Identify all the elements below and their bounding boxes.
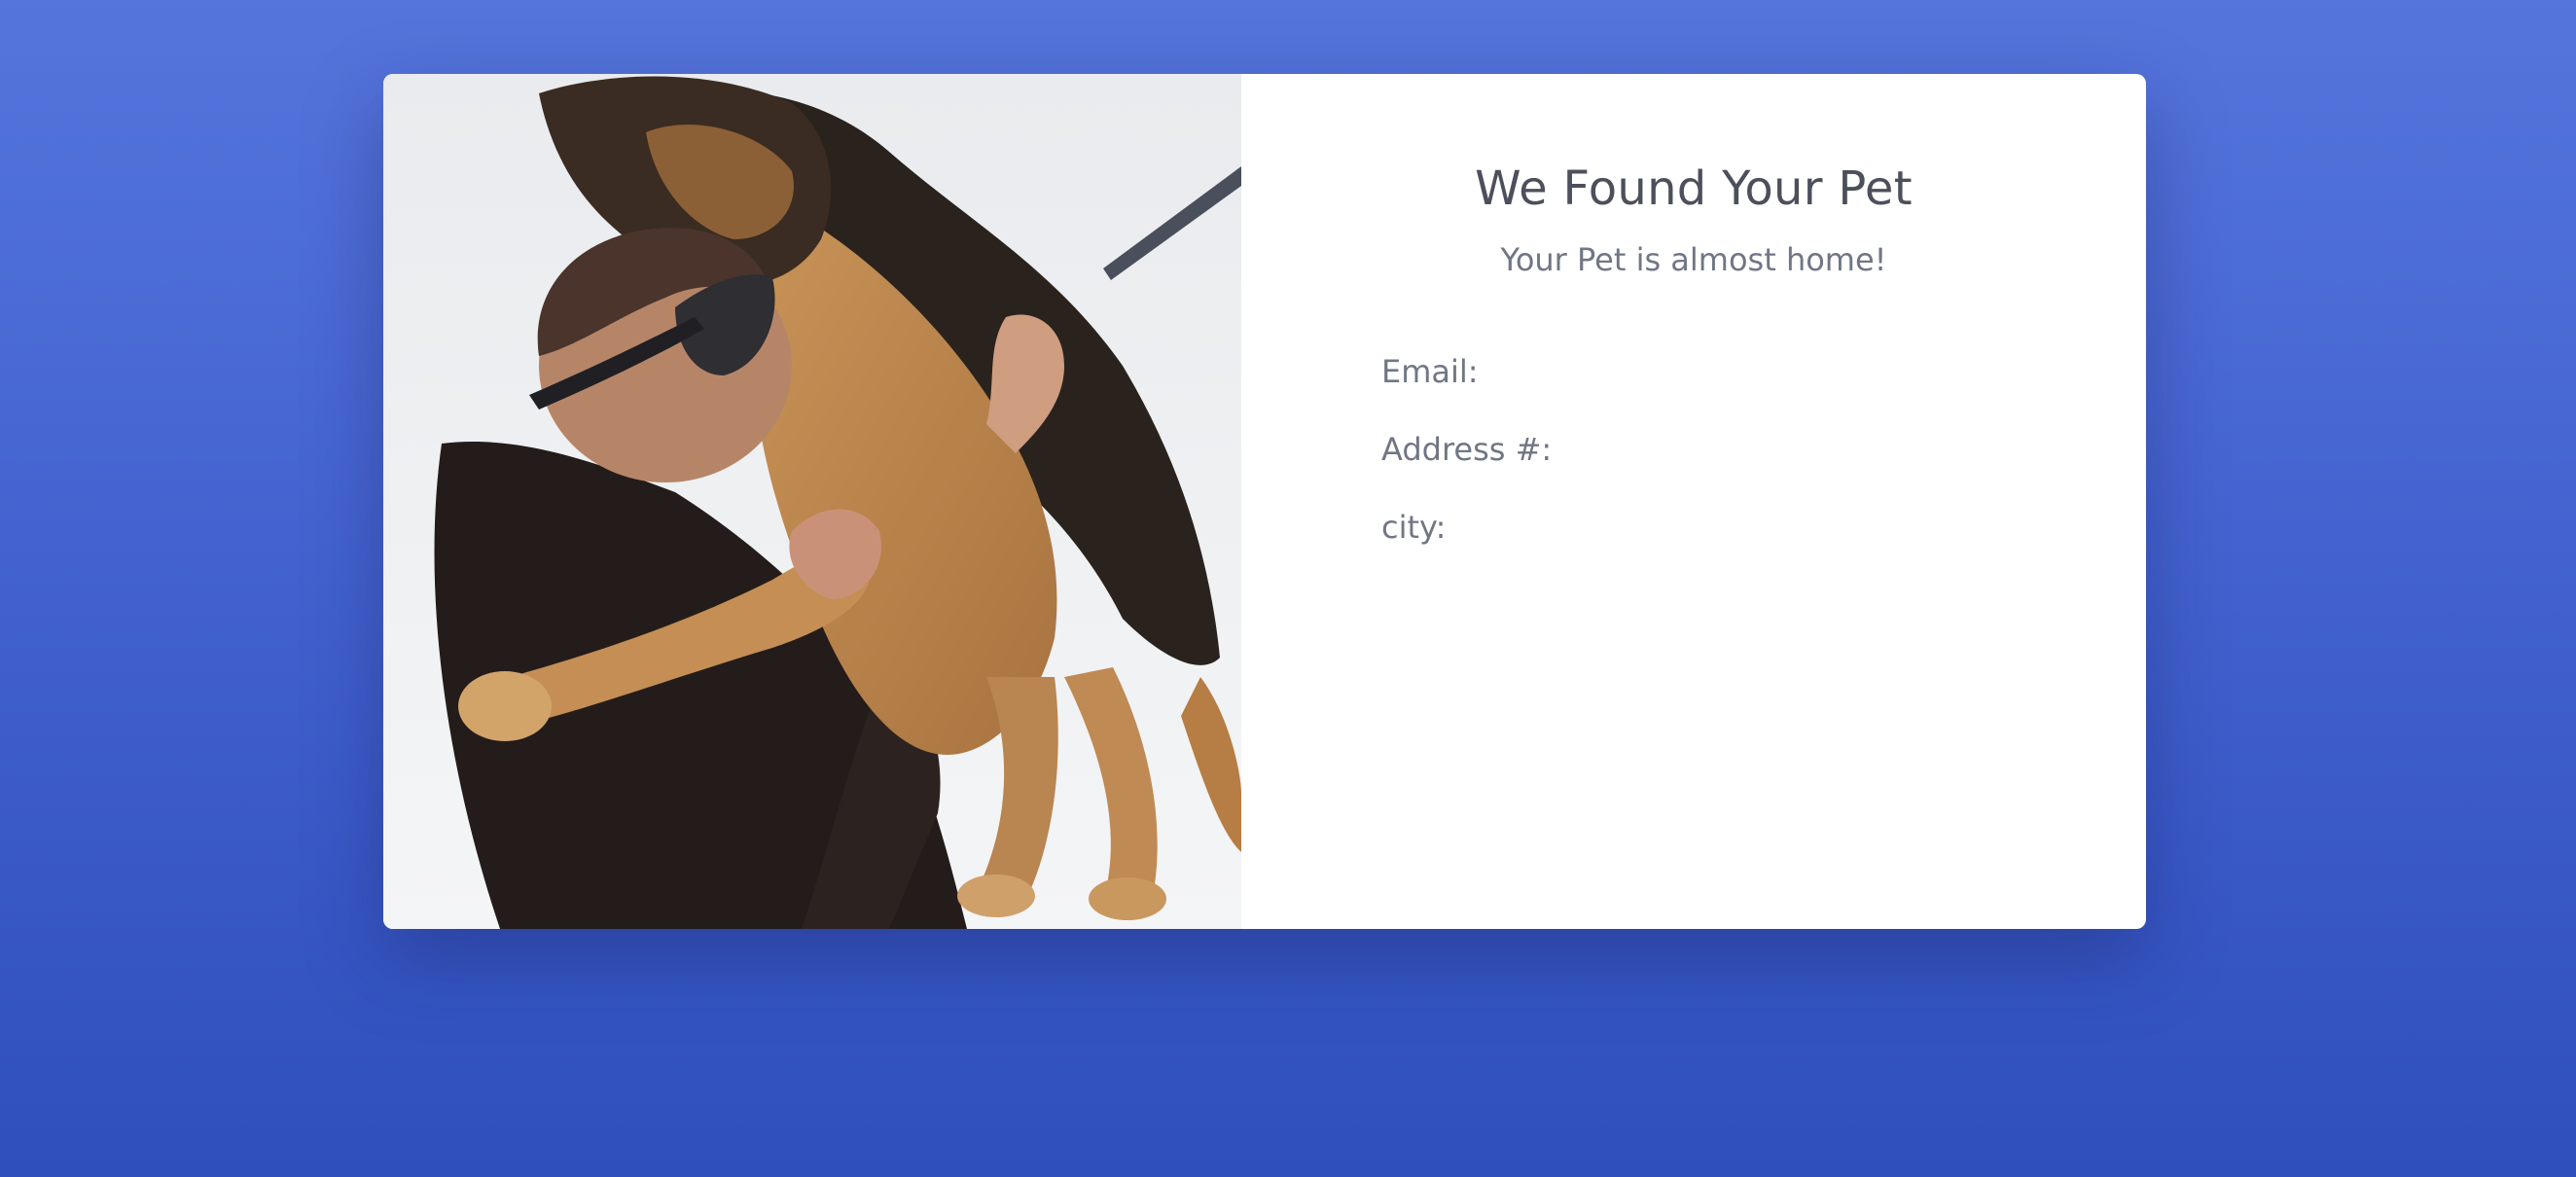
city-label: city: <box>1381 509 1447 546</box>
city-field: city: <box>1381 488 1563 566</box>
found-pet-card: We Found Your Pet Your Pet is almost hom… <box>383 74 2146 929</box>
email-label: Email: <box>1381 353 1479 390</box>
page-subtitle: Your Pet is almost home! <box>1500 241 1887 278</box>
address-label: Address #: <box>1381 431 1553 468</box>
pet-info-panel: We Found Your Pet Your Pet is almost hom… <box>1241 74 2146 929</box>
email-field: Email: <box>1381 333 1563 410</box>
pet-photo-illustration <box>383 74 1241 929</box>
page-title: We Found Your Pet <box>1475 161 1913 216</box>
owner-details: Email: Address #: city: <box>1381 333 1563 566</box>
address-field: Address #: <box>1381 410 1563 488</box>
pet-photo <box>383 74 1241 929</box>
